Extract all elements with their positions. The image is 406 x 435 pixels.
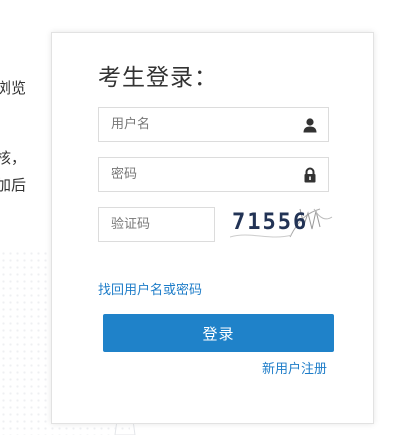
password-input[interactable] — [99, 158, 328, 191]
captcha-text: 71556 — [232, 210, 309, 235]
forgot-credentials-link[interactable]: 找回用户名或密码 — [98, 279, 202, 298]
lock-icon — [304, 167, 316, 183]
password-field — [98, 157, 329, 192]
register-link[interactable]: 新用户注册 — [262, 358, 327, 377]
user-icon — [303, 118, 317, 133]
captcha-input[interactable] — [99, 208, 214, 241]
side-text-line-1: 浏览 — [0, 79, 26, 97]
login-title: 考生登录： — [98, 65, 218, 91]
side-text-line-2: 核， — [0, 149, 26, 167]
captcha-image[interactable]: 71556 — [230, 207, 334, 243]
captcha-field — [98, 207, 215, 242]
side-text-line-3: 加后 — [0, 176, 26, 194]
page: 浏览 核， 加后 考生登录： 用户名 验证码 71556 找回用户名或密码 登录… — [0, 0, 406, 435]
username-field — [98, 107, 329, 142]
username-input[interactable] — [99, 108, 328, 141]
login-panel: 考生登录： 71556 — [51, 32, 374, 424]
login-button[interactable]: 登录 — [103, 314, 334, 352]
